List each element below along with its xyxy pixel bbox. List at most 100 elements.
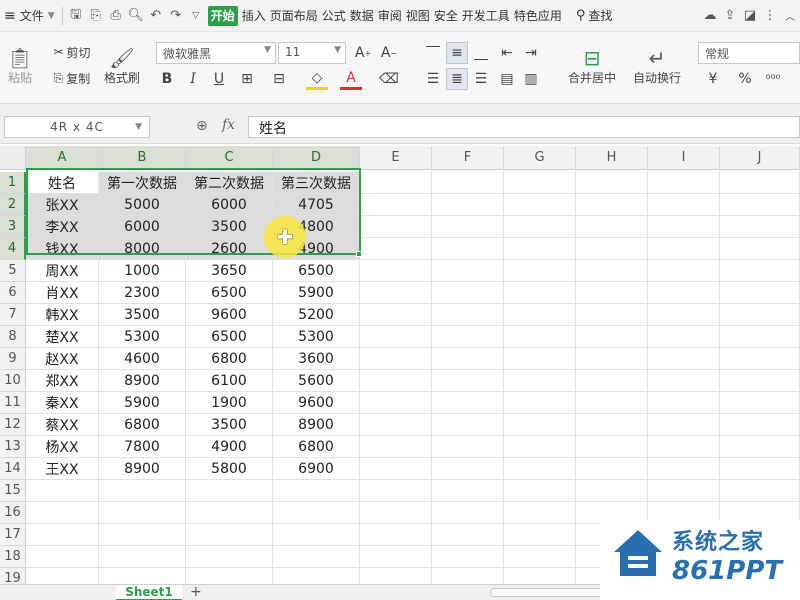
- wrap-text-button[interactable]: ↵ 自动换行: [628, 38, 686, 94]
- cell-f1[interactable]: [432, 172, 504, 194]
- cell-h4[interactable]: [576, 238, 648, 260]
- zoom-icon[interactable]: ⊕: [196, 118, 208, 134]
- copy-button[interactable]: ⎘ 复制: [46, 68, 98, 88]
- cell-c16[interactable]: [186, 502, 273, 524]
- italic-button[interactable]: I: [182, 68, 204, 90]
- cell-h14[interactable]: [576, 458, 648, 480]
- cloud-icon[interactable]: ☁: [700, 0, 720, 32]
- decrease-font-button[interactable]: A −: [378, 42, 400, 64]
- cell-e14[interactable]: [360, 458, 432, 480]
- cell-b16[interactable]: [99, 502, 186, 524]
- formula-input[interactable]: 姓名: [248, 116, 800, 138]
- preview-icon[interactable]: 🔍︎: [126, 0, 146, 32]
- cell-e2[interactable]: [360, 194, 432, 216]
- cell-h13[interactable]: [576, 436, 648, 458]
- cell-c18[interactable]: [186, 546, 273, 568]
- cell-h1[interactable]: [576, 172, 648, 194]
- cell-e10[interactable]: [360, 370, 432, 392]
- cell-f2[interactable]: [432, 194, 504, 216]
- cell-e13[interactable]: [360, 436, 432, 458]
- cell-a12[interactable]: 蔡XX: [26, 414, 99, 436]
- cell-i1[interactable]: [648, 172, 720, 194]
- underline-button[interactable]: U: [208, 68, 230, 90]
- cell-g16[interactable]: [504, 502, 576, 524]
- cell-j8[interactable]: [720, 326, 800, 348]
- row-header-15[interactable]: 15: [0, 480, 26, 502]
- cell-h2[interactable]: [576, 194, 648, 216]
- cell-h8[interactable]: [576, 326, 648, 348]
- fill-color-icon[interactable]: ◇: [306, 68, 328, 90]
- more-icon[interactable]: ⋮: [760, 0, 780, 32]
- cell-i8[interactable]: [648, 326, 720, 348]
- cell-i5[interactable]: [648, 260, 720, 282]
- select-all-corner[interactable]: [0, 146, 26, 170]
- cell-f9[interactable]: [432, 348, 504, 370]
- column-header-f[interactable]: F: [432, 146, 504, 170]
- cell-f12[interactable]: [432, 414, 504, 436]
- cell-b10[interactable]: 8900: [99, 370, 186, 392]
- cell-i3[interactable]: [648, 216, 720, 238]
- cell-d10[interactable]: 5600: [273, 370, 360, 392]
- cell-b12[interactable]: 6800: [99, 414, 186, 436]
- cell-g9[interactable]: [504, 348, 576, 370]
- cell-e16[interactable]: [360, 502, 432, 524]
- row-header-9[interactable]: 9: [0, 348, 26, 370]
- cell-b15[interactable]: [99, 480, 186, 502]
- font-size-select[interactable]: 11 ▼: [278, 42, 346, 64]
- column-header-g[interactable]: G: [504, 146, 576, 170]
- column-header-e[interactable]: E: [360, 146, 432, 170]
- cell-b5[interactable]: 1000: [99, 260, 186, 282]
- cell-h6[interactable]: [576, 282, 648, 304]
- cell-g17[interactable]: [504, 524, 576, 546]
- number-format-select[interactable]: 常规: [698, 42, 800, 64]
- eraser-icon[interactable]: ⌫: [378, 68, 400, 90]
- align-middle-icon[interactable]: ≡: [446, 42, 468, 64]
- cell-a19[interactable]: [26, 568, 99, 584]
- cell-f18[interactable]: [432, 546, 504, 568]
- cell-j11[interactable]: [720, 392, 800, 414]
- cell-a2[interactable]: 张XX: [26, 194, 99, 216]
- cell-d8[interactable]: 5300: [273, 326, 360, 348]
- currency-button[interactable]: ¥: [702, 68, 724, 90]
- cell-j13[interactable]: [720, 436, 800, 458]
- column-header-h[interactable]: H: [576, 146, 648, 170]
- fx-icon[interactable]: fx: [222, 117, 235, 133]
- column-header-a[interactable]: A: [26, 146, 99, 170]
- cell-b8[interactable]: 5300: [99, 326, 186, 348]
- row-header-8[interactable]: 8: [0, 326, 26, 348]
- cell-i14[interactable]: [648, 458, 720, 480]
- cell-j4[interactable]: [720, 238, 800, 260]
- cell-e4[interactable]: [360, 238, 432, 260]
- cell-g13[interactable]: [504, 436, 576, 458]
- cell-c5[interactable]: 3650: [186, 260, 273, 282]
- cell-f5[interactable]: [432, 260, 504, 282]
- cell-j6[interactable]: [720, 282, 800, 304]
- cell-d13[interactable]: 6800: [273, 436, 360, 458]
- cell-d7[interactable]: 5200: [273, 304, 360, 326]
- cell-a5[interactable]: 周XX: [26, 260, 99, 282]
- cell-b11[interactable]: 5900: [99, 392, 186, 414]
- cell-c7[interactable]: 9600: [186, 304, 273, 326]
- cell-e3[interactable]: [360, 216, 432, 238]
- cell-b6[interactable]: 2300: [99, 282, 186, 304]
- cell-f3[interactable]: [432, 216, 504, 238]
- cell-h10[interactable]: [576, 370, 648, 392]
- cell-i7[interactable]: [648, 304, 720, 326]
- cell-a10[interactable]: 郑XX: [26, 370, 99, 392]
- cell-e5[interactable]: [360, 260, 432, 282]
- justify-icon[interactable]: ▤: [496, 68, 518, 90]
- align-bottom-icon[interactable]: ⎽: [470, 42, 492, 64]
- customize-icon[interactable]: ▽: [186, 0, 206, 32]
- cell-d12[interactable]: 8900: [273, 414, 360, 436]
- cell-g11[interactable]: [504, 392, 576, 414]
- cell-f15[interactable]: [432, 480, 504, 502]
- tab-page-layout[interactable]: 页面布局: [268, 0, 320, 32]
- row-header-18[interactable]: 18: [0, 546, 26, 568]
- cell-c3[interactable]: 3500: [186, 216, 273, 238]
- cell-h9[interactable]: [576, 348, 648, 370]
- cell-c13[interactable]: 4900: [186, 436, 273, 458]
- cell-f13[interactable]: [432, 436, 504, 458]
- search-button[interactable]: ⚲ 查找: [572, 0, 617, 32]
- name-box[interactable]: 4R x 4C ▼: [4, 116, 150, 138]
- cell-a11[interactable]: 秦XX: [26, 392, 99, 414]
